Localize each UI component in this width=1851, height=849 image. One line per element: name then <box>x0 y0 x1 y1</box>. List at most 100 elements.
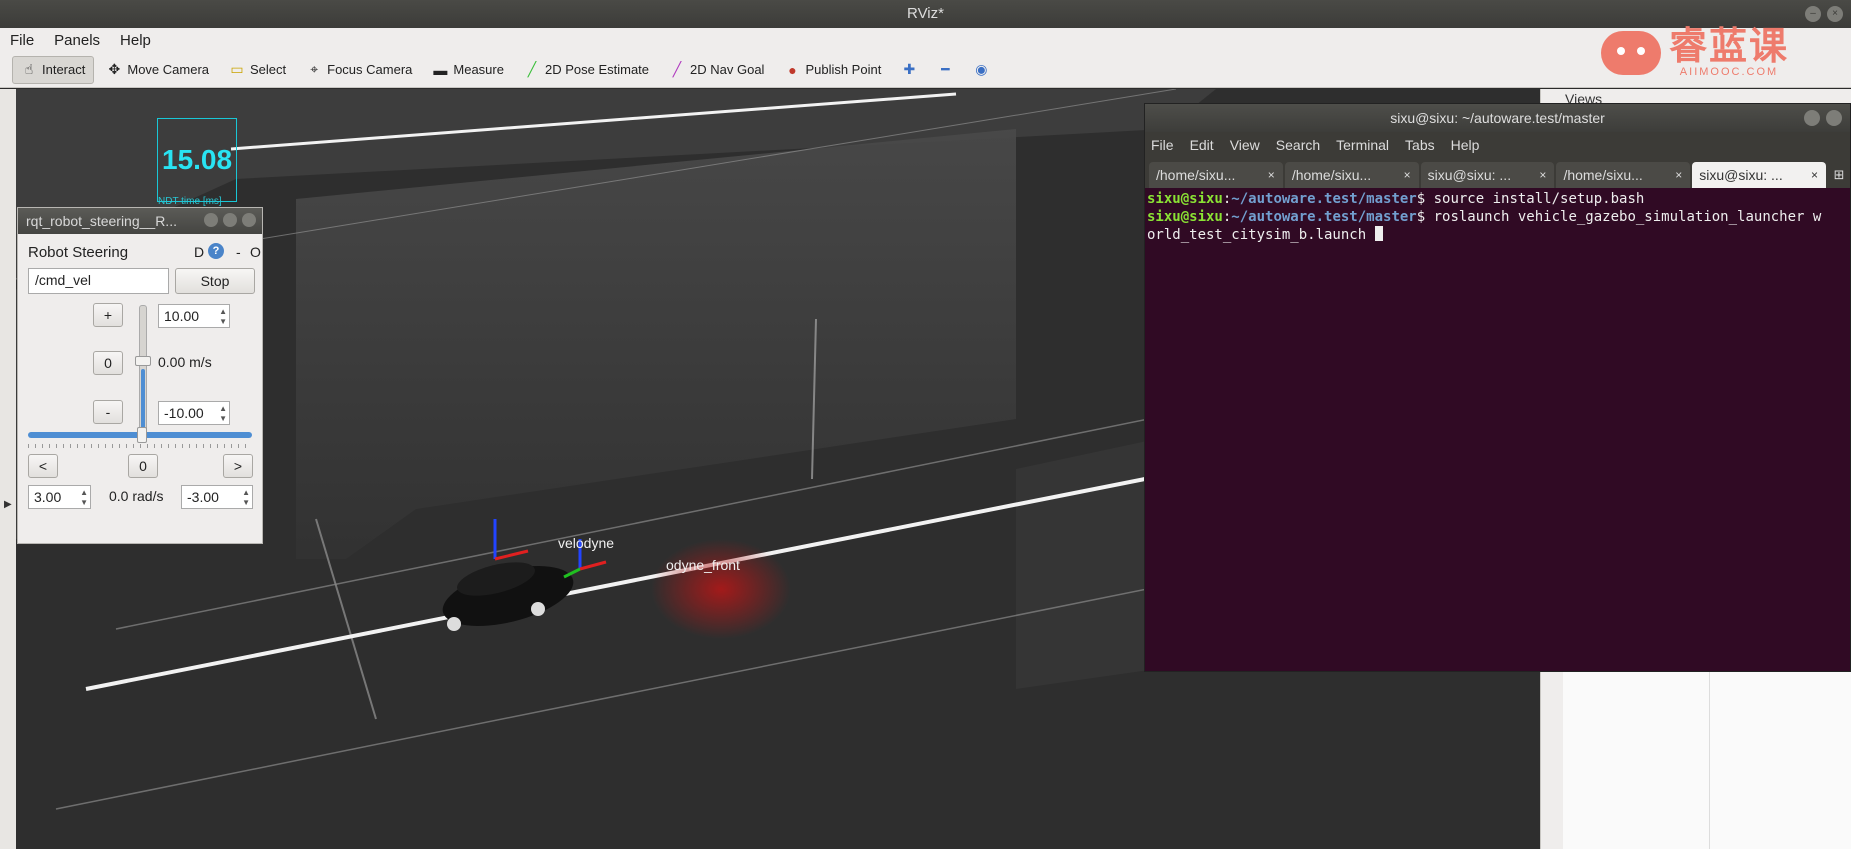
spinbox-arrows-icon[interactable]: ▲ ▼ <box>219 307 227 327</box>
linear-velocity-slider[interactable] <box>139 305 147 433</box>
terminal-output[interactable]: sixu@sixu:~/autoware.test/master$ source… <box>1145 188 1850 246</box>
interact-tool[interactable]: ☝ Interact <box>12 55 95 84</box>
max-linear-spinbox[interactable]: 10.00 ▲ ▼ <box>158 304 230 328</box>
spinbox-arrows-icon[interactable]: ▲ ▼ <box>219 404 227 424</box>
terminal-tab[interactable]: sixu@sixu: ... × <box>1420 162 1555 188</box>
terminal-command-continuation: orld_test_citysim_b.launch <box>1147 227 1375 243</box>
prompt-user: sixu@sixu <box>1147 209 1223 225</box>
minimize-icon[interactable] <box>1804 110 1820 126</box>
min-linear-spinbox[interactable]: -10.00 ▲ ▼ <box>158 401 230 425</box>
terminal-window-controls <box>1804 110 1842 126</box>
robot-steering-heading: Robot Steering <box>28 244 129 261</box>
terminal-title: sixu@sixu: ~/autoware.test/master <box>1390 110 1605 126</box>
linear-velocity-slider-handle[interactable] <box>135 356 151 366</box>
move-camera-tool[interactable]: ✥ Move Camera <box>98 56 217 84</box>
nav-goal-icon: ╱ <box>672 61 682 77</box>
frame-label-velodyne-front: odyne_front <box>666 557 740 573</box>
topic-input[interactable]: /cmd_vel <box>28 268 169 294</box>
terminal-cursor <box>1374 226 1383 241</box>
ndt-time-value: 15.08 <box>162 144 233 175</box>
select-label: Select <box>250 62 287 77</box>
terminal-menu-search[interactable]: Search <box>1276 137 1320 153</box>
terminal-tab-active[interactable]: sixu@sixu: ... × <box>1692 162 1827 188</box>
linear-increase-button[interactable]: + <box>93 303 123 327</box>
robot-steering-window-title: rqt_robot_steering__R... <box>26 213 177 229</box>
interact-label: Interact <box>42 62 86 77</box>
terminal-command: source install/setup.bash <box>1433 191 1645 207</box>
lidar-scan <box>651 539 791 639</box>
linear-zero-button[interactable]: 0 <box>93 351 123 375</box>
dock-toggle-button[interactable]: D <box>194 244 204 260</box>
terminal-titlebar[interactable]: sixu@sixu: ~/autoware.test/master <box>1145 104 1850 132</box>
menubar: File Panels Help <box>0 28 1851 52</box>
add-tool-button[interactable]: ✚ <box>893 56 925 84</box>
linear-decrease-button[interactable]: - <box>93 400 123 424</box>
focus-camera-tool[interactable]: ⌖ Focus Camera <box>298 56 420 84</box>
eye-icon: ◉ <box>975 61 988 77</box>
close-tab-icon[interactable]: × <box>1811 162 1818 188</box>
terminal-line: orld_test_citysim_b.launch <box>1147 226 1848 244</box>
publish-point-label: Publish Point <box>805 62 882 77</box>
window-title: RViz* <box>907 5 944 22</box>
minimize-icon[interactable] <box>204 213 218 227</box>
terminal-tab-label: /home/sixu... <box>1291 167 1372 183</box>
plugin-minimize-button[interactable]: - <box>236 244 241 260</box>
tool-properties-button[interactable]: ◉ <box>965 56 997 84</box>
robot-steering-titlebar[interactable]: rqt_robot_steering__R... <box>18 208 262 234</box>
terminal-tab[interactable]: /home/sixu... × <box>1149 162 1283 188</box>
maximize-icon[interactable] <box>223 213 237 227</box>
hand-icon: ☝ <box>24 61 34 77</box>
angular-zero-button[interactable]: 0 <box>128 454 158 478</box>
remove-tool-button[interactable]: ━ <box>929 56 961 84</box>
close-tab-icon[interactable]: × <box>1675 162 1682 188</box>
pose-estimate-icon: ╱ <box>527 61 537 77</box>
close-tab-icon[interactable]: × <box>1268 162 1275 188</box>
prompt-path: ~/autoware.test/master <box>1231 209 1417 225</box>
left-dock-collapsed[interactable]: ▶ <box>0 89 16 849</box>
max-angular-spinbox[interactable]: 3.00 ▲ ▼ <box>28 485 91 509</box>
terminal-menu-view[interactable]: View <box>1230 137 1260 153</box>
close-icon[interactable] <box>242 213 256 227</box>
terminal-tab[interactable]: /home/sixu... × <box>1284 162 1419 188</box>
terminal-menubar: File Edit View Search Terminal Tabs Help <box>1145 132 1850 158</box>
watermark-face-icon <box>1600 31 1661 75</box>
expand-arrow-icon[interactable]: ▶ <box>4 499 12 510</box>
terminal-menu-file[interactable]: File <box>1151 137 1174 153</box>
min-linear-value: -10.00 <box>164 405 204 421</box>
prompt-path: ~/autoware.test/master <box>1231 191 1417 207</box>
terminal-menu-edit[interactable]: Edit <box>1190 137 1214 153</box>
plugin-close-button[interactable]: O <box>250 244 261 260</box>
pose-estimate-tool[interactable]: ╱ 2D Pose Estimate <box>516 56 657 84</box>
menu-panels[interactable]: Panels <box>54 32 100 49</box>
stop-button[interactable]: Stop <box>175 268 255 294</box>
nav-goal-tool[interactable]: ╱ 2D Nav Goal <box>661 56 772 84</box>
publish-point-tool[interactable]: ● Publish Point <box>776 56 889 84</box>
minimize-icon[interactable]: – <box>1805 6 1821 22</box>
angular-left-button[interactable]: < <box>28 454 58 478</box>
angular-right-button[interactable]: > <box>223 454 253 478</box>
angular-velocity-slider-handle[interactable] <box>137 427 147 443</box>
terminal-menu-terminal[interactable]: Terminal <box>1336 137 1389 153</box>
terminal-menu-tabs[interactable]: Tabs <box>1405 137 1435 153</box>
select-tool[interactable]: ▭ Select <box>221 56 294 84</box>
close-tab-icon[interactable]: × <box>1539 162 1546 188</box>
close-tab-icon[interactable]: × <box>1404 162 1411 188</box>
pose-estimate-label: 2D Pose Estimate <box>544 62 650 77</box>
spinbox-arrows-icon[interactable]: ▲ ▼ <box>242 488 250 508</box>
max-linear-value: 10.00 <box>164 308 200 324</box>
focus-camera-label: Focus Camera <box>327 62 413 77</box>
menu-help[interactable]: Help <box>120 32 151 49</box>
menu-file[interactable]: File <box>10 32 34 49</box>
maximize-icon[interactable] <box>1826 110 1842 126</box>
measure-tool[interactable]: ▬ Measure <box>424 56 512 84</box>
spinbox-arrows-icon[interactable]: ▲ ▼ <box>80 488 88 508</box>
terminal-menu-help[interactable]: Help <box>1451 137 1480 153</box>
min-angular-spinbox[interactable]: -3.00 ▲ ▼ <box>181 485 253 509</box>
views-properties-area <box>1563 669 1851 849</box>
views-column-divider <box>1709 669 1710 849</box>
help-icon[interactable]: ? <box>208 243 224 259</box>
terminal-tab[interactable]: /home/sixu... × <box>1556 162 1691 188</box>
watermark-subtext: AIIMOOC.COM <box>1679 66 1779 78</box>
new-tab-icon[interactable]: ⊞ <box>1828 162 1850 188</box>
close-icon[interactable]: × <box>1827 6 1843 22</box>
